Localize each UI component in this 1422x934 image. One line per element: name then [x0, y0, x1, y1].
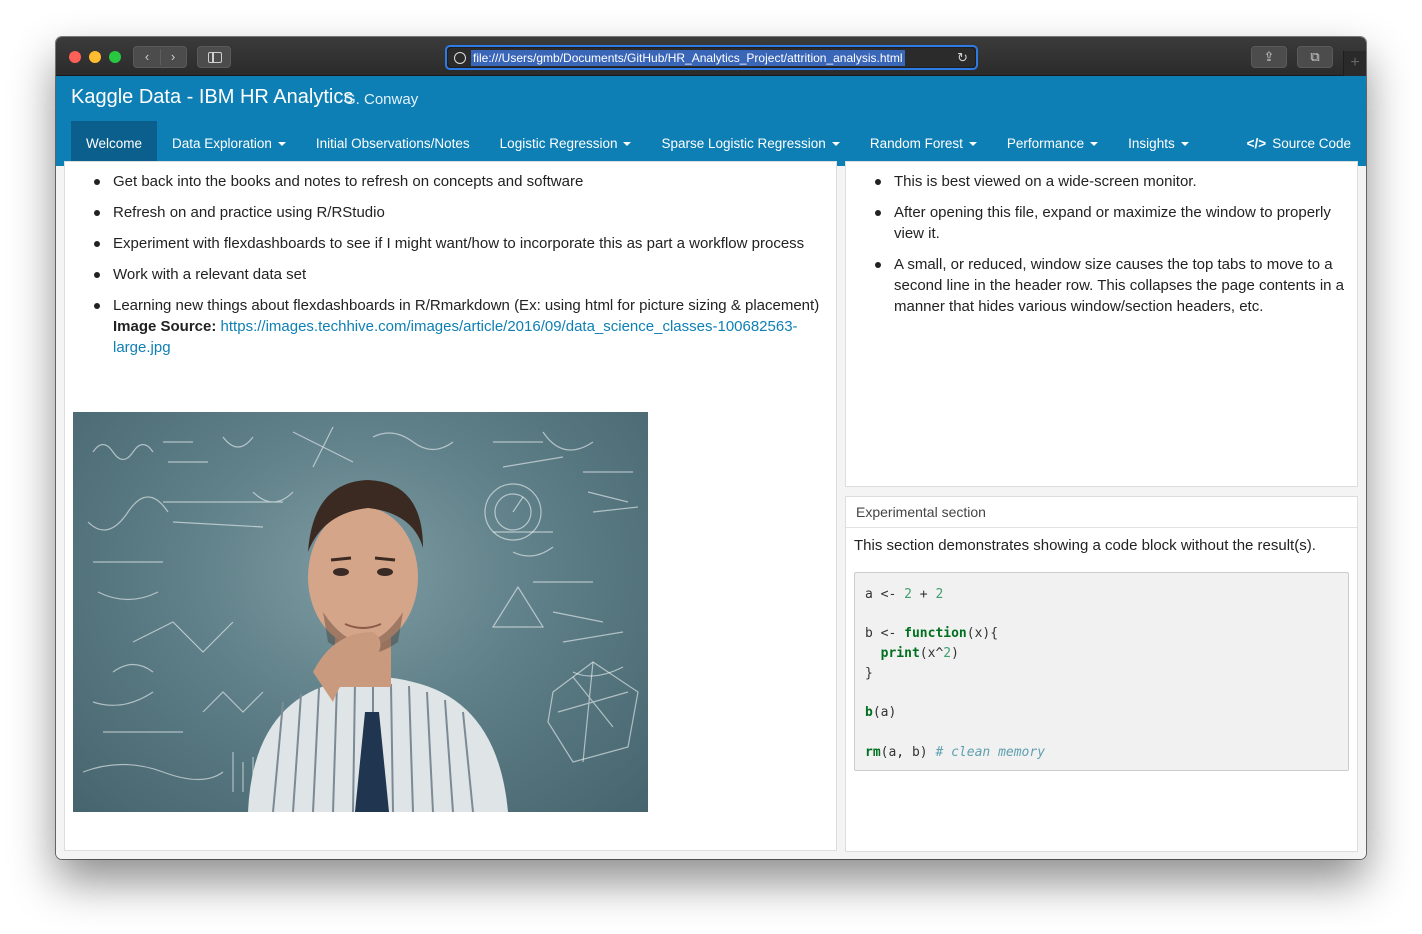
- author-name: G. Conway: [344, 91, 419, 108]
- tab-insights[interactable]: Insights: [1113, 121, 1204, 166]
- caret-down-icon: [831, 142, 840, 147]
- data-scientist-photo: [73, 412, 648, 812]
- tab-random-forest[interactable]: Random Forest: [855, 121, 992, 166]
- share-button[interactable]: ⇪: [1251, 46, 1287, 68]
- caret-down-icon: [1090, 142, 1099, 147]
- caret-down-icon: [277, 142, 286, 147]
- code-line: a <- 2 + 2: [865, 587, 944, 602]
- caret-down-icon: [968, 142, 977, 147]
- code-line: b <- function(x){: [865, 626, 999, 642]
- minimize-window-button[interactable]: [89, 51, 101, 63]
- tab-initial-observations[interactable]: Initial Observations/Notes: [301, 121, 485, 166]
- list-item: Work with a relevant data set: [91, 264, 831, 285]
- caret-down-icon: [1180, 142, 1189, 147]
- close-window-button[interactable]: [69, 51, 81, 63]
- reload-icon[interactable]: ↻: [957, 50, 968, 66]
- sidebar-icon: [208, 52, 222, 63]
- history-nav: ‹ ›: [133, 46, 187, 68]
- show-tabs-button[interactable]: ⧉: [1297, 46, 1333, 68]
- code-line: print(x^2): [880, 646, 959, 662]
- list-item: Get back into the books and notes to ref…: [91, 171, 831, 192]
- welcome-panel: Get back into the books and notes to ref…: [64, 161, 837, 851]
- list-item: Learning new things about flexdashboards…: [91, 295, 831, 358]
- viewing-notes-list: This is best viewed on a wide-screen mon…: [872, 171, 1357, 327]
- caret-down-icon: [623, 142, 632, 147]
- list-item: Experiment with flexdashboards to see if…: [91, 233, 831, 254]
- app-header: Kaggle Data - IBM HR Analytics G. Conway…: [56, 76, 1366, 166]
- goals-list: Get back into the books and notes to ref…: [91, 171, 831, 368]
- code-block[interactable]: a <- 2 + 2 b <- function(x){ print(x^2)} b…: [854, 572, 1349, 771]
- page-title: Kaggle Data - IBM HR Analytics: [71, 86, 354, 108]
- code-line: b(a): [865, 705, 897, 721]
- code-line: }: [865, 665, 873, 681]
- tabs-icon: ⧉: [1310, 49, 1320, 64]
- url-text[interactable]: file:///Users/gmb/Documents/GitHub/HR_An…: [471, 50, 905, 66]
- compass-icon: [454, 52, 466, 64]
- image-source-link[interactable]: https://images.techhive.com/images/artic…: [113, 318, 798, 356]
- experimental-section-panel: Experimental section This section demons…: [845, 496, 1358, 852]
- tab-data-exploration[interactable]: Data Exploration: [157, 121, 301, 166]
- browser-toolbar: ‹ › file:///Users/gmb/Documents/GitHub/HR…: [56, 37, 1366, 76]
- new-tab-button[interactable]: +: [1343, 51, 1366, 76]
- image-source-label: Image Source:: [113, 318, 217, 335]
- code-line: rm(a, b) # clean memory: [865, 744, 1046, 760]
- tab-logistic-regression[interactable]: Logistic Regression: [485, 121, 647, 166]
- section-title: Experimental section: [846, 497, 1357, 528]
- source-code-link[interactable]: </> Source Code: [1247, 121, 1351, 166]
- top-navbar: Welcome Data Exploration Initial Observa…: [71, 121, 1204, 166]
- dashboard-content: Get back into the books and notes to ref…: [56, 161, 1366, 859]
- sidebar-toggle-button[interactable]: [197, 46, 231, 68]
- zoom-window-button[interactable]: [109, 51, 121, 63]
- tab-welcome[interactable]: Welcome: [71, 121, 158, 166]
- forward-icon[interactable]: ›: [160, 47, 186, 67]
- code-icon: </>: [1246, 136, 1267, 151]
- section-description: This section demonstrates showing a code…: [854, 537, 1316, 554]
- viewing-notes-panel: This is best viewed on a wide-screen mon…: [845, 161, 1358, 487]
- list-item: Refresh on and practice using R/RStudio: [91, 202, 831, 223]
- list-item: This is best viewed on a wide-screen mon…: [872, 171, 1357, 192]
- list-item: After opening this file, expand or maxim…: [872, 202, 1357, 244]
- back-icon[interactable]: ‹: [134, 47, 160, 67]
- list-item: A small, or reduced, window size causes …: [872, 254, 1357, 317]
- tab-sparse-logistic-regression[interactable]: Sparse Logistic Regression: [646, 121, 854, 166]
- address-bar[interactable]: file:///Users/gmb/Documents/GitHub/HR_An…: [445, 45, 978, 70]
- browser-window: ‹ › file:///Users/gmb/Documents/GitHub/HR…: [56, 37, 1366, 859]
- share-icon: ⇪: [1263, 49, 1275, 64]
- tab-performance[interactable]: Performance: [992, 121, 1113, 166]
